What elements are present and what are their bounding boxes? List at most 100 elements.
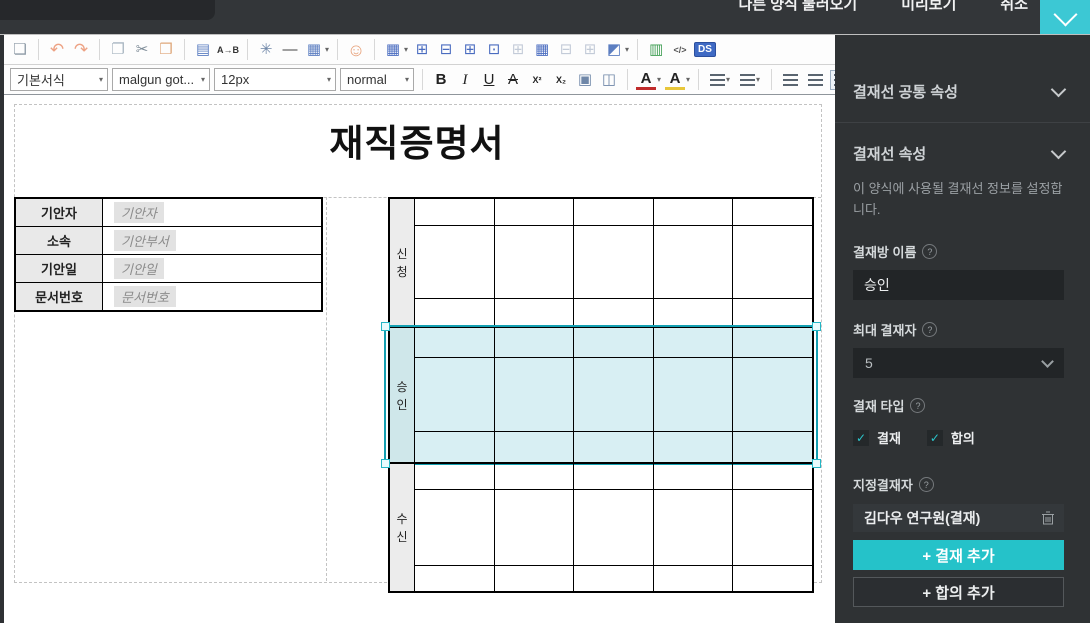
undo-icon[interactable]: ↶: [47, 38, 67, 62]
document-canvas[interactable]: 재직증명서 기안자 기안자 소속 기안부서 기안일 기안일 문서번호 문서번호 신청승인수신: [4, 95, 835, 623]
placeholder-field[interactable]: 기안자: [114, 202, 164, 223]
approval-cell[interactable]: [654, 226, 734, 298]
approval-cell[interactable]: [654, 566, 734, 591]
section-approval-line-properties[interactable]: 결재선 속성: [853, 143, 1067, 164]
approval-cell[interactable]: [415, 226, 495, 298]
approval-cell[interactable]: [574, 199, 654, 225]
copy-icon[interactable]: ❐: [108, 38, 128, 62]
approval-cell[interactable]: [415, 358, 495, 431]
highlight-color-icon[interactable]: A ▾: [665, 70, 690, 90]
redo-icon[interactable]: ↷: [71, 38, 91, 62]
approval-cell[interactable]: [654, 464, 734, 489]
approval-cell[interactable]: [733, 490, 812, 565]
cell-header-icon[interactable]: ▦: [532, 38, 552, 62]
load-other-form-button[interactable]: 다른 양식 불러오기: [738, 0, 857, 15]
approval-cell[interactable]: [733, 464, 812, 489]
collapse-panel-button[interactable]: [1040, 0, 1090, 34]
subscript-icon[interactable]: X₂: [551, 68, 571, 92]
paragraph-style-select[interactable]: 기본서식 ▾: [10, 68, 108, 91]
approval-cell[interactable]: [733, 299, 812, 326]
paint-bucket-icon[interactable]: ◩ ▾: [604, 38, 629, 62]
help-icon[interactable]: ?: [918, 477, 934, 492]
new-document-icon[interactable]: ❏: [10, 38, 30, 62]
help-icon[interactable]: ?: [910, 398, 926, 413]
insert-column-icon[interactable]: ⊞: [460, 38, 480, 62]
merge-row-icon[interactable]: ⊟: [556, 38, 576, 62]
edit-table-icon[interactable]: ⊡: [484, 38, 504, 62]
info-row-value[interactable]: 문서번호: [103, 283, 321, 310]
add-approval-button[interactable]: + 결재 추가: [853, 540, 1064, 570]
approval-cell[interactable]: [494, 432, 575, 462]
designated-approver-item[interactable]: 김다우 연구원(결재): [853, 504, 1064, 532]
approval-cell[interactable]: [733, 432, 812, 462]
approval-cell[interactable]: [654, 490, 734, 565]
italic-icon[interactable]: I: [455, 68, 475, 92]
approval-cell[interactable]: [574, 328, 654, 357]
split-column-icon[interactable]: ⊞: [580, 38, 600, 62]
font-color-glyph[interactable]: A: [636, 70, 656, 90]
approval-cell[interactable]: [415, 464, 495, 489]
font-family-select[interactable]: malgun got... ▾: [112, 68, 210, 91]
font-color-icon[interactable]: A ▾: [636, 70, 661, 90]
info-row-value[interactable]: 기안일: [103, 255, 321, 282]
approval-cell[interactable]: [574, 566, 654, 591]
approval-cell[interactable]: [415, 199, 495, 225]
special-character-icon[interactable]: ✳: [256, 38, 276, 62]
approval-cell[interactable]: [733, 358, 812, 431]
bold-icon[interactable]: B: [431, 68, 451, 92]
help-icon[interactable]: ?: [922, 244, 938, 259]
approval-cell[interactable]: [415, 490, 495, 565]
mail-merge-icon[interactable]: ◫: [599, 68, 619, 92]
font-size-select[interactable]: 12px ▾: [214, 68, 336, 91]
approval-cell[interactable]: [494, 358, 575, 431]
approval-section-label[interactable]: 신청: [390, 199, 415, 326]
approval-cell[interactable]: [653, 432, 734, 462]
max-approvers-select[interactable]: 5: [853, 348, 1064, 378]
superscript-icon[interactable]: X²: [527, 68, 547, 92]
numbered-list-icon[interactable]: ▾: [707, 71, 733, 89]
approval-cell[interactable]: [733, 328, 812, 357]
placeholder-field[interactable]: 문서번호: [114, 286, 176, 307]
document-title[interactable]: 재직증명서: [14, 113, 820, 167]
cancel-button[interactable]: 취소: [1000, 0, 1028, 15]
paint-bucket-glyph[interactable]: ◩: [604, 38, 624, 62]
approval-cell[interactable]: [495, 566, 575, 591]
preview-button[interactable]: 미리보기: [901, 0, 956, 15]
ds-icon[interactable]: DS: [694, 42, 716, 57]
approval-cell[interactable]: [653, 328, 734, 357]
info-row-value[interactable]: 기안부서: [103, 227, 321, 254]
section-common-properties[interactable]: 결재선 공통 속성: [853, 81, 1067, 102]
info-row-value[interactable]: 기안자: [103, 199, 321, 226]
approval-section-label[interactable]: 승인: [390, 328, 415, 462]
help-icon[interactable]: ?: [922, 322, 938, 337]
approval-cell[interactable]: [415, 328, 495, 357]
date-insert-glyph[interactable]: ▦: [304, 38, 324, 62]
code-view-icon[interactable]: </>: [670, 38, 690, 62]
approval-type-checkbox-1[interactable]: ✓ 합의: [926, 428, 975, 447]
approval-cell[interactable]: [574, 464, 654, 489]
add-agreement-button[interactable]: + 합의 추가: [853, 577, 1064, 607]
approval-cell[interactable]: [495, 226, 575, 298]
find-replace-icon[interactable]: A→B: [217, 38, 239, 62]
approval-cell[interactable]: [495, 490, 575, 565]
bullet-list-icon[interactable]: ▾: [737, 71, 763, 89]
paste-icon[interactable]: ❒: [156, 38, 176, 62]
approval-cell[interactable]: [574, 299, 654, 326]
approval-section-label[interactable]: 수신: [390, 464, 415, 591]
approval-room-name-input[interactable]: 승인: [853, 270, 1064, 300]
date-insert-icon[interactable]: ▦ ▾: [304, 38, 329, 62]
trash-icon[interactable]: [1042, 511, 1054, 525]
approval-type-checkbox-0[interactable]: ✓ 결재: [853, 428, 901, 447]
approval-cell[interactable]: [495, 199, 575, 225]
highlight-color-glyph[interactable]: A: [665, 70, 686, 90]
approval-cell[interactable]: [495, 464, 575, 489]
table-glyph[interactable]: ▦: [383, 38, 403, 62]
emoticon-icon[interactable]: ☺: [346, 38, 366, 62]
approval-cell[interactable]: [654, 299, 734, 326]
approval-cell[interactable]: [733, 199, 812, 225]
approval-cell[interactable]: [733, 566, 812, 591]
placeholder-field[interactable]: 기안부서: [114, 230, 176, 251]
split-cell-icon[interactable]: ⊞: [508, 38, 528, 62]
approval-cell[interactable]: [415, 432, 495, 462]
horizontal-line-icon[interactable]: —: [280, 38, 300, 62]
